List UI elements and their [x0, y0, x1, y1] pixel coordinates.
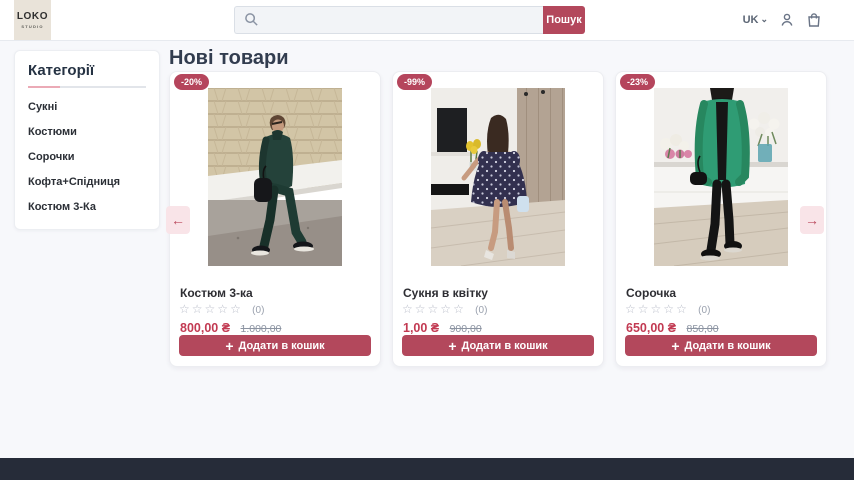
star-icon: ☆ [625, 302, 638, 316]
discount-badge: -20% [174, 74, 209, 90]
account-icon[interactable] [779, 12, 795, 28]
price: 650,00 ₴ [626, 321, 676, 335]
star-icon: ☆ [192, 302, 205, 316]
add-to-cart-button[interactable]: + Додати в кошик [625, 335, 817, 356]
plus-icon: + [225, 339, 233, 353]
rating-count: (0) [475, 305, 487, 316]
plus-icon: + [671, 339, 679, 353]
rating-count: (0) [698, 305, 710, 316]
product-card[interactable]: -99% [392, 71, 604, 367]
old-price: 900,00 [450, 323, 482, 335]
star-icon: ☆ [230, 302, 243, 316]
product-card[interactable]: -23% [615, 71, 827, 367]
category-nav: Сукні Костюми Сорочки Кофта+Спідниця Кос… [28, 94, 146, 219]
old-price: 1.000,00 [241, 323, 282, 335]
divider [28, 86, 146, 88]
star-icon: ☆ [205, 302, 218, 316]
discount-badge: -99% [397, 74, 432, 90]
star-icon: ☆ [453, 302, 466, 316]
product-image[interactable] [654, 88, 788, 266]
rating-count: (0) [252, 305, 264, 316]
product-card[interactable]: -20% [169, 71, 381, 367]
search-input[interactable] [234, 6, 543, 34]
language-selector[interactable]: UK ⌄ [743, 14, 768, 26]
sidebar-title: Категорії [28, 62, 146, 79]
star-icon: ☆ [179, 302, 192, 316]
logo[interactable]: LOKO STUDIO [14, 0, 51, 40]
sidebar-item-kostyumy[interactable]: Костюми [28, 119, 146, 144]
sidebar-item-kostyum-3ka[interactable]: Костюм 3-Ка [28, 194, 146, 219]
rating: ☆☆☆☆☆ (0) [625, 302, 710, 316]
footer [0, 458, 854, 480]
product-image[interactable] [208, 88, 342, 266]
new-products-carousel: -20% [169, 71, 827, 367]
language-label: UK [743, 14, 759, 26]
cart-icon[interactable] [806, 12, 822, 28]
add-to-cart-button[interactable]: + Додати в кошик [179, 335, 371, 356]
rating: ☆☆☆☆☆ (0) [179, 302, 264, 316]
arrow-left-icon: ← [171, 212, 185, 228]
star-icon: ☆ [638, 302, 651, 316]
sidebar: Категорії Сукні Костюми Сорочки Кофта+Сп… [14, 50, 160, 230]
product-title[interactable]: Сорочка [626, 286, 676, 300]
star-icon: ☆ [428, 302, 441, 316]
sidebar-item-sorochky[interactable]: Сорочки [28, 144, 146, 169]
price: 1,00 ₴ [403, 321, 439, 335]
carousel-prev-button[interactable]: ← [166, 206, 190, 234]
star-icon: ☆ [676, 302, 689, 316]
logo-subtext: STUDIO [21, 24, 43, 29]
chevron-down-icon: ⌄ [760, 16, 768, 22]
header-actions: UK ⌄ [743, 0, 822, 40]
rating: ☆☆☆☆☆ (0) [402, 302, 487, 316]
add-to-cart-label: Додати в кошик [462, 340, 548, 352]
logo-text: LOKO [17, 12, 48, 22]
star-icon: ☆ [651, 302, 664, 316]
header: LOKO STUDIO Пошук UK ⌄ [0, 0, 854, 41]
star-icon: ☆ [217, 302, 230, 316]
arrow-right-icon: → [805, 212, 819, 228]
add-to-cart-label: Додати в кошик [239, 340, 325, 352]
page-title: Нові товари [169, 47, 288, 70]
add-to-cart-button[interactable]: + Додати в кошик [402, 335, 594, 356]
product-image[interactable] [431, 88, 565, 266]
discount-badge: -23% [620, 74, 655, 90]
product-title[interactable]: Сукня в квітку [403, 286, 488, 300]
star-icon: ☆ [415, 302, 428, 316]
product-title[interactable]: Костюм 3-ка [180, 286, 253, 300]
star-icon: ☆ [402, 302, 415, 316]
add-to-cart-label: Додати в кошик [685, 340, 771, 352]
search-button[interactable]: Пошук [543, 6, 585, 34]
plus-icon: + [448, 339, 456, 353]
carousel-next-button[interactable]: → [800, 206, 824, 234]
old-price: 850,00 [687, 323, 719, 335]
sidebar-item-sukni[interactable]: Сукні [28, 94, 146, 119]
star-icon: ☆ [440, 302, 453, 316]
price: 800,00 ₴ [180, 321, 230, 335]
star-icon: ☆ [663, 302, 676, 316]
search-bar: Пошук [234, 6, 585, 34]
sidebar-item-kofta-spidnytsya[interactable]: Кофта+Спідниця [28, 169, 146, 194]
